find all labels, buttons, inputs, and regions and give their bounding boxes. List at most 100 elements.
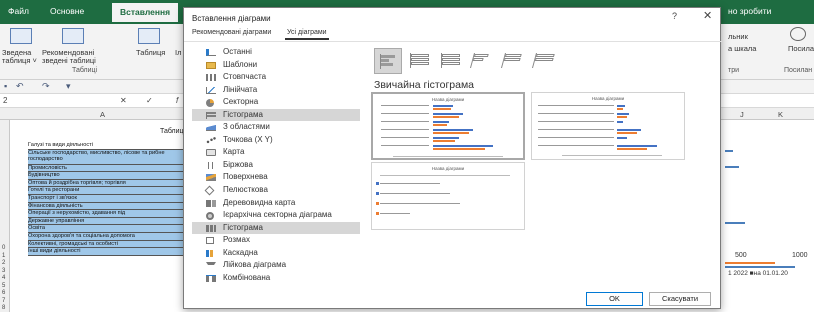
table-row[interactable]: Державне управління: [28, 217, 188, 226]
chart-preview-3[interactable]: Назва діаграми: [371, 162, 525, 230]
category-label: З областями: [223, 122, 270, 132]
enter-formula-icon[interactable]: ✓: [146, 96, 153, 105]
percent-stacked-bar-icon: [441, 53, 460, 68]
category-radar[interactable]: Пелюсткова: [192, 184, 360, 197]
category-area[interactable]: З областями: [192, 121, 360, 134]
save-icon[interactable]: ▪: [4, 81, 7, 91]
category-waterfall[interactable]: Каскадна: [192, 247, 360, 260]
row-number[interactable]: 1: [2, 253, 5, 261]
row-number-column: 0 1 2 3 4 5 6 7 8: [2, 245, 5, 312]
subtype-3d-stacked-bar[interactable]: [498, 48, 526, 74]
chart-preview-2[interactable]: Назва діаграми: [531, 92, 685, 160]
category-label: Стовпчаста: [223, 72, 267, 82]
subtype-stacked-bar[interactable]: [405, 48, 433, 74]
preview-chart-graphic: [538, 105, 662, 156]
subtype-3d-100-stacked-bar[interactable]: [529, 48, 557, 74]
tab-insert[interactable]: Вставлення: [112, 3, 179, 22]
tab-file[interactable]: Файл: [8, 6, 29, 16]
fx-icon[interactable]: f: [176, 96, 178, 105]
category-box-whisker[interactable]: Розмах: [192, 234, 360, 247]
tab-home[interactable]: Основне: [50, 6, 84, 16]
column-header-j[interactable]: J: [740, 110, 744, 119]
chart-category-list: Останні Шаблони Стовпчаста Лінійчата Сек…: [192, 46, 360, 284]
row-number[interactable]: 8: [2, 305, 5, 312]
table-row[interactable]: Інші види діяльності: [28, 248, 188, 256]
line-chart-icon: [206, 86, 216, 94]
column-header-a[interactable]: A: [100, 110, 105, 119]
table-row[interactable]: Галузі та види діяльності: [28, 142, 188, 150]
subtype-clustered-bar[interactable]: [374, 48, 402, 74]
chart-preview-1[interactable]: Назва діаграми: [371, 92, 525, 160]
tell-me-search[interactable]: но зробити: [728, 6, 771, 16]
category-funnel[interactable]: Лійкова діаграма: [192, 259, 360, 272]
table-row[interactable]: Транспорт і зв'язок: [28, 194, 188, 203]
category-scatter[interactable]: Точкова (X Y): [192, 134, 360, 147]
cancel-button[interactable]: Скасувати: [649, 292, 711, 306]
scatter-chart-icon: [206, 136, 216, 144]
table-row[interactable]: Будівництво: [28, 172, 188, 180]
table-icon[interactable]: [138, 28, 160, 44]
category-label: Останні: [223, 47, 252, 56]
name-box[interactable]: 2: [3, 96, 7, 105]
row-number[interactable]: 5: [2, 283, 5, 291]
category-pie[interactable]: Секторна: [192, 96, 360, 109]
category-label: Комбінована: [223, 272, 271, 282]
table-row[interactable]: Освіта: [28, 225, 188, 233]
timeline-label[interactable]: а шкала: [728, 44, 756, 53]
help-icon[interactable]: ?: [672, 11, 677, 21]
category-histogram[interactable]: Гістограма: [192, 221, 360, 235]
table-row[interactable]: Промисловість: [28, 164, 188, 173]
row-number[interactable]: 6: [2, 290, 5, 298]
category-combo[interactable]: Комбінована: [192, 272, 360, 285]
table-row[interactable]: Сільське господарство, мисливство, лісов…: [28, 149, 188, 165]
column-header-k[interactable]: K: [778, 110, 783, 119]
table-row[interactable]: Готелі та ресторани: [28, 187, 188, 195]
pivot-table-label-2: таблиця ˅: [2, 56, 37, 65]
undo-icon[interactable]: ↶: [16, 81, 24, 92]
category-recent[interactable]: Останні: [192, 46, 360, 59]
close-icon[interactable]: ✕: [703, 9, 712, 22]
category-line[interactable]: Лінійчата: [192, 84, 360, 97]
category-map[interactable]: Карта: [192, 146, 360, 159]
table-row[interactable]: Колективні, громадські та особисті: [28, 240, 188, 249]
tab-recommended-charts[interactable]: Рекомендовані діаграми: [190, 29, 273, 38]
pivot-table-icon[interactable]: [10, 28, 32, 44]
link-icon[interactable]: [790, 27, 806, 41]
table-row[interactable]: Фінансова діяльність: [28, 202, 188, 211]
recent-icon: [206, 49, 216, 56]
ok-button[interactable]: OK: [586, 292, 643, 306]
category-templates[interactable]: Шаблони: [192, 59, 360, 72]
category-bar[interactable]: Гістограма: [192, 108, 360, 122]
category-surface[interactable]: Поверхнева: [192, 171, 360, 184]
cancel-formula-icon[interactable]: ✕: [120, 96, 127, 105]
row-number[interactable]: 3: [2, 268, 5, 276]
row-number[interactable]: 2: [2, 260, 5, 268]
tab-all-charts[interactable]: Усі діаграми: [285, 29, 329, 40]
category-label: Пелюсткова: [223, 185, 268, 195]
slicer-label[interactable]: льник: [728, 32, 748, 41]
category-label: Біржова: [223, 159, 253, 169]
table-row[interactable]: Оптова й роздрібна торгівля; торгівля: [28, 179, 188, 188]
table-row[interactable]: Операції з нерухомістю, здавання під: [28, 210, 188, 218]
3d-clustered-bar-icon: [469, 53, 493, 68]
redo-icon[interactable]: ↷: [42, 81, 50, 92]
category-sunburst[interactable]: Ієрархічна секторна діаграма: [192, 209, 360, 222]
recommended-pivot-icon[interactable]: [62, 28, 84, 44]
subtype-100-stacked-bar[interactable]: [436, 48, 464, 74]
link-label[interactable]: Посилан: [788, 44, 814, 53]
category-label: Гістограма: [223, 222, 263, 232]
funnel-chart-icon: [206, 262, 216, 266]
map-chart-icon: [206, 149, 216, 157]
category-label: Шаблони: [223, 59, 258, 69]
chart-bar-background: [725, 166, 739, 168]
customize-qat-icon[interactable]: ▾: [66, 81, 71, 92]
row-number[interactable]: 4: [2, 275, 5, 283]
category-stock[interactable]: Біржова: [192, 159, 360, 172]
row-number[interactable]: 7: [2, 298, 5, 306]
table-row[interactable]: Охорона здоров'я та соціальна допомога: [28, 232, 188, 241]
category-treemap[interactable]: Деревовидна карта: [192, 197, 360, 210]
row-number[interactable]: 0: [2, 245, 5, 253]
waterfall-chart-icon: [206, 249, 216, 257]
subtype-3d-clustered-bar[interactable]: [467, 48, 495, 74]
category-column[interactable]: Стовпчаста: [192, 71, 360, 84]
